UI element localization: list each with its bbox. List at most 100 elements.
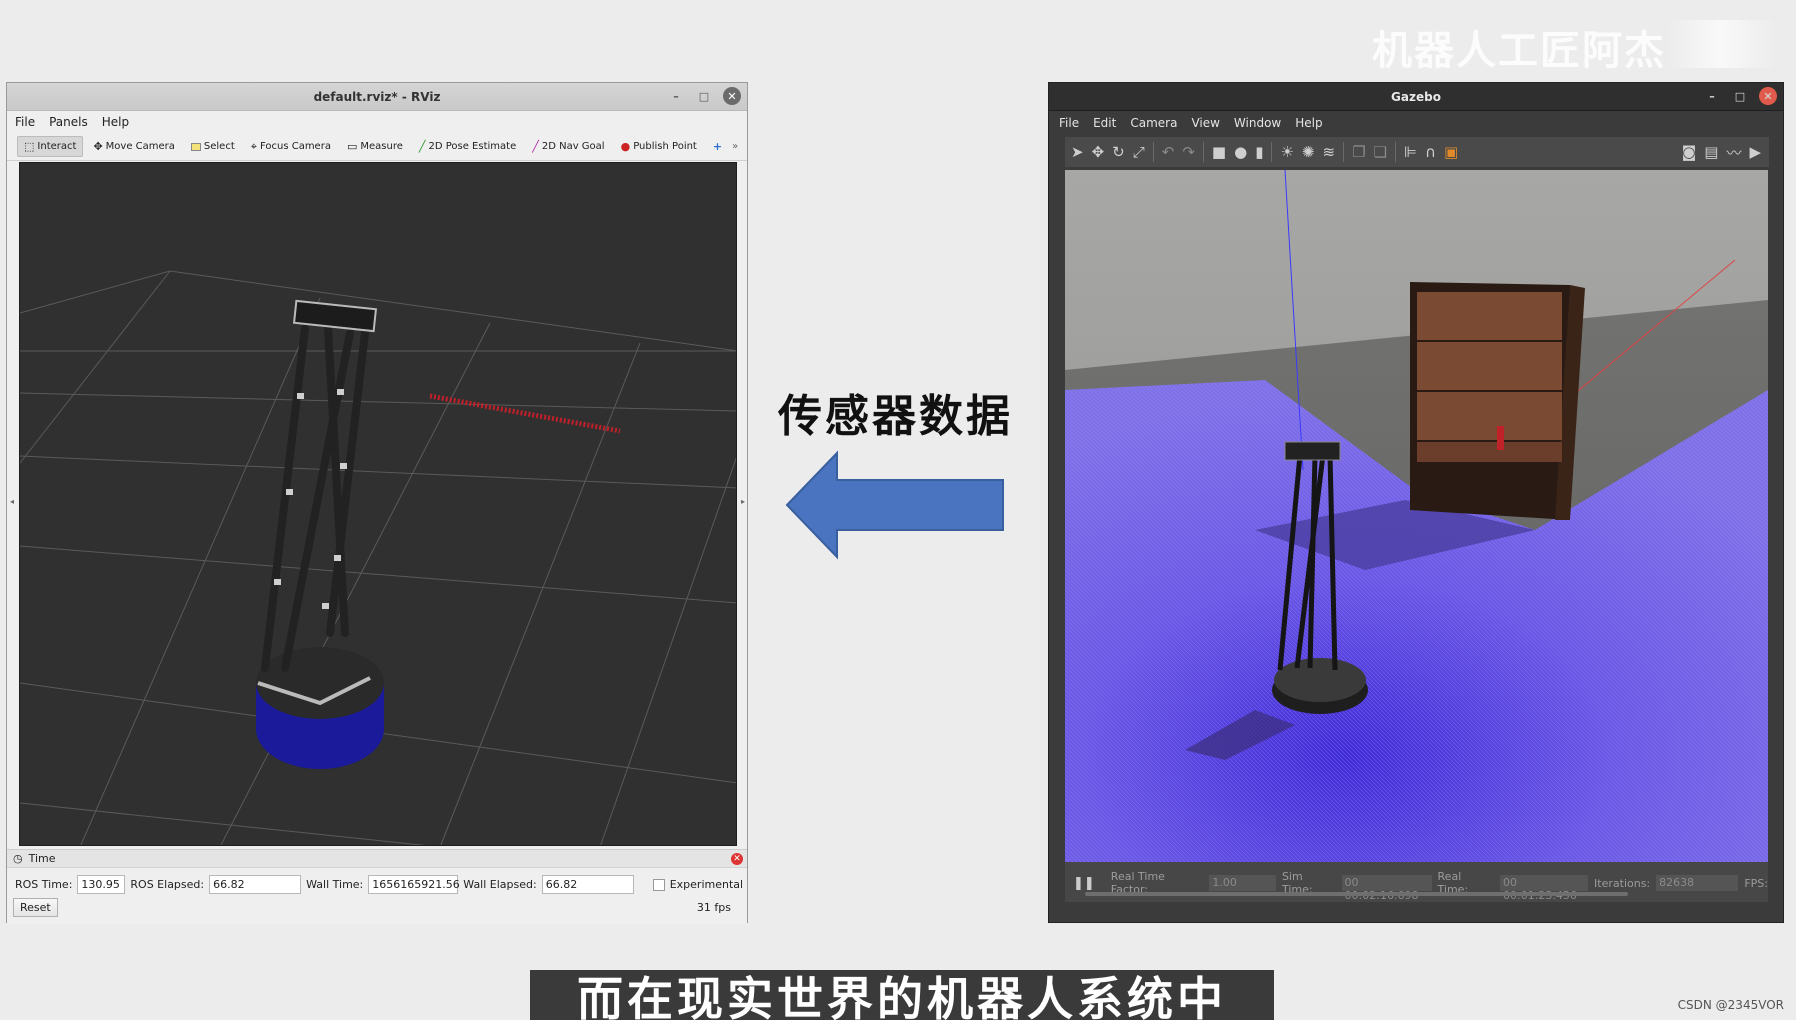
translate-mode-icon[interactable]: ✥ <box>1092 143 1105 161</box>
menu-file[interactable]: File <box>1059 116 1079 130</box>
menu-help[interactable]: Help <box>1295 116 1322 130</box>
menu-window[interactable]: Window <box>1234 116 1281 130</box>
fps-label: FPS: <box>1744 876 1768 890</box>
toolbar-separator <box>1394 142 1396 162</box>
rviz-window: default.rviz* - RViz – □ ✕ File Panels H… <box>6 82 748 924</box>
time-panel: ◷ Time ✕ ROS Time: 130.95 ROS Elapsed: 6… <box>7 849 747 924</box>
pose-estimate-icon: ╱ <box>418 140 426 153</box>
rviz-3d-viewport[interactable] <box>19 162 737 846</box>
right-dock-arrow-icon[interactable]: ▸ <box>741 497 745 506</box>
gazebo-status-bar: ❚❚ Real Time Factor: 1.00 Sim Time: 00 0… <box>1065 862 1768 902</box>
iterations-label: Iterations: <box>1594 876 1651 890</box>
ros-time-label: ROS Time: <box>15 878 73 891</box>
tool-2d-nav-goal[interactable]: ╱ 2D Nav Goal <box>526 137 610 156</box>
select-mode-icon[interactable]: ➤ <box>1071 143 1084 161</box>
menu-edit[interactable]: Edit <box>1093 116 1116 130</box>
screenshot-icon[interactable]: ◙ <box>1682 143 1697 161</box>
minimize-icon[interactable]: – <box>1703 87 1721 105</box>
status-scrollbar[interactable] <box>1085 892 1628 896</box>
fps-readout: 31 fps <box>696 901 731 914</box>
tool-move-camera[interactable]: ✥ Move Camera <box>87 137 180 156</box>
pause-icon[interactable]: ❚❚ <box>1073 876 1095 891</box>
toolbar-separator <box>1343 142 1345 162</box>
menu-help[interactable]: Help <box>102 115 129 129</box>
tool-measure[interactable]: ▭ Measure <box>341 137 409 156</box>
left-dock-arrow-icon[interactable]: ◂ <box>10 497 14 506</box>
paste-icon[interactable]: ❏ <box>1374 143 1387 161</box>
snap-icon[interactable]: ∩ <box>1425 143 1436 161</box>
gazebo-titlebar[interactable]: Gazebo – □ ✕ <box>1049 83 1783 111</box>
more-tools-icon[interactable]: » <box>732 141 738 152</box>
maximize-icon[interactable]: □ <box>695 87 713 105</box>
close-icon[interactable]: ✕ <box>1759 87 1777 105</box>
maximize-icon[interactable]: □ <box>1731 87 1749 105</box>
ros-time-field[interactable]: 130.95 <box>77 875 126 894</box>
undo-icon[interactable]: ↶ <box>1162 143 1175 161</box>
red-bottle <box>1497 426 1504 450</box>
sim-time-field: 00 00:02:16.698 <box>1341 875 1432 902</box>
scale-mode-icon[interactable]: ⤢ <box>1133 143 1145 161</box>
cylinder-shape-icon[interactable]: ▮ <box>1255 143 1263 161</box>
credit-text: CSDN @2345VOR <box>1677 998 1784 1012</box>
tool-label: Select <box>203 141 235 152</box>
redo-icon[interactable]: ↷ <box>1182 143 1195 161</box>
copy-icon[interactable]: ❐ <box>1352 143 1365 161</box>
tool-publish-point[interactable]: ● Publish Point <box>615 137 703 156</box>
log-icon[interactable]: ▤ <box>1704 143 1718 161</box>
rviz-scene <box>20 270 736 845</box>
box-shape-icon[interactable]: ■ <box>1212 143 1226 161</box>
tool-label: Move Camera <box>105 141 175 152</box>
sensor-data-label: 传感器数据 <box>778 391 1013 442</box>
rviz-menubar: File Panels Help <box>7 111 747 133</box>
tool-focus-camera[interactable]: ⌖ Focus Camera <box>245 137 337 157</box>
experimental-label: Experimental <box>669 878 744 891</box>
add-tool-button[interactable]: + <box>707 137 728 156</box>
iterations-field: 82638 <box>1656 875 1739 891</box>
point-light-icon[interactable]: ☀ <box>1280 143 1293 161</box>
wall-time-field[interactable]: 1656165921.56 <box>368 875 460 894</box>
menu-camera[interactable]: Camera <box>1130 116 1177 130</box>
tool-select[interactable]: Select <box>185 138 241 155</box>
rviz-toolbar: ⬚ Interact ✥ Move Camera Select ⌖ Focus … <box>7 133 747 161</box>
focus-camera-icon: ⌖ <box>250 139 257 153</box>
close-icon[interactable]: ✕ <box>723 87 741 105</box>
bookshelf-model <box>1410 282 1585 520</box>
wall-elapsed-field[interactable]: 66.82 <box>541 875 634 894</box>
time-panel-title: Time <box>28 852 56 865</box>
sphere-shape-icon[interactable]: ● <box>1234 143 1247 161</box>
tool-label: Measure <box>360 141 403 152</box>
ros-elapsed-field[interactable]: 66.82 <box>209 875 302 894</box>
close-panel-icon[interactable]: ✕ <box>731 853 743 865</box>
plot-icon[interactable]: 〰 <box>1726 142 1741 163</box>
reset-button[interactable]: Reset <box>13 898 58 917</box>
menu-view[interactable]: View <box>1191 116 1219 130</box>
robot-poles <box>261 324 369 672</box>
toolbar-separator <box>1271 142 1273 162</box>
tool-label: Focus Camera <box>259 141 331 152</box>
nav-goal-icon: ╱ <box>532 140 539 153</box>
directional-light-icon[interactable]: ≋ <box>1322 143 1335 161</box>
laser-scan-points <box>429 393 621 434</box>
record-video-icon[interactable]: ▶ <box>1749 143 1761 161</box>
gazebo-menubar: File Edit Camera View Window Help <box>1049 111 1783 135</box>
tool-interact[interactable]: ⬚ Interact <box>17 136 84 157</box>
rotate-mode-icon[interactable]: ↻ <box>1112 143 1125 161</box>
experimental-checkbox[interactable] <box>652 878 665 891</box>
change-view-icon[interactable]: ▣ <box>1444 143 1458 161</box>
gazebo-3d-viewport[interactable] <box>1065 170 1768 862</box>
tool-2d-pose-estimate[interactable]: ╱ 2D Pose Estimate <box>413 137 522 156</box>
watermark-text: 机器人工匠阿杰 <box>1372 28 1666 74</box>
rtf-field: 1.00 <box>1209 875 1276 891</box>
rviz-titlebar[interactable]: default.rviz* - RViz – □ ✕ <box>7 83 747 111</box>
gazebo-title: Gazebo <box>1391 89 1441 104</box>
move-camera-icon: ✥ <box>93 140 103 153</box>
menu-panels[interactable]: Panels <box>49 115 88 129</box>
menu-file[interactable]: File <box>15 115 35 129</box>
plus-icon: + <box>712 140 723 153</box>
ros-elapsed-label: ROS Elapsed: <box>130 878 205 891</box>
spot-light-icon[interactable]: ✺ <box>1302 143 1315 161</box>
gazebo-scene <box>1065 170 1768 862</box>
align-icon[interactable]: ⊫ <box>1404 143 1417 161</box>
minimize-icon[interactable]: – <box>667 87 685 105</box>
video-subtitle: 而在现实世界的机器人系统中 <box>530 970 1274 1020</box>
